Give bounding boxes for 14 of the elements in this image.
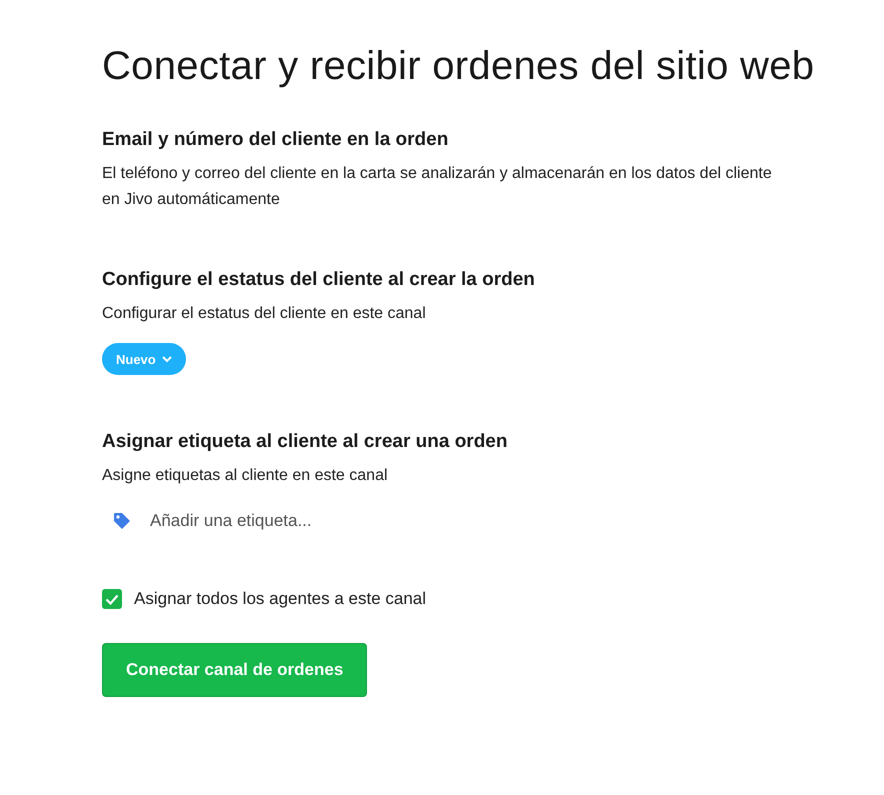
section-description: Asigne etiquetas al cliente en este canal [102, 466, 389, 486]
page-title: Conectar y recibir ordenes del sitio web [102, 44, 816, 89]
connect-button[interactable]: Conectar canal de ordenes [102, 643, 368, 697]
section-description: El teléfono y correo del cliente en la carta se analizarán y almacenarán en los datos del cliente en Jivo automáticamente [102, 164, 773, 210]
section-heading: Email y número del cliente en la orden [102, 129, 450, 151]
status-dropdown[interactable]: Nuevo [102, 343, 186, 375]
tag-icon [112, 511, 132, 531]
checkbox-label: Asignar todos los agentes a este canal [134, 589, 426, 609]
chevron-down-icon [162, 356, 172, 362]
checkmark-icon [105, 594, 119, 604]
checkbox[interactable] [102, 589, 122, 609]
section-heading: Configure el estatus del cliente al crear la orden [102, 269, 536, 291]
section-heading: Asignar etiqueta al cliente al crear una orden [102, 431, 508, 453]
section-description: Configurar el estatus del cliente en este canal [102, 304, 427, 324]
